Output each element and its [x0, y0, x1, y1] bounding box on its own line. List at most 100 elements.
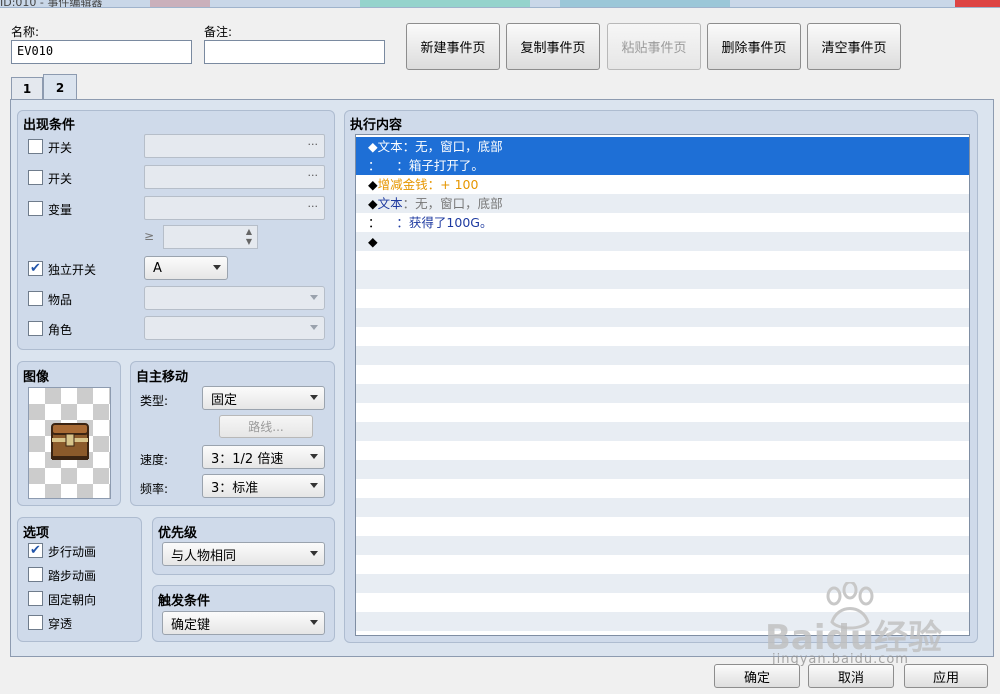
command-text: ：+ 100 — [427, 177, 479, 192]
tab-page-2[interactable]: 2 — [43, 74, 77, 100]
stepping-anim-label: 踏步动画 — [48, 569, 97, 583]
note-field[interactable] — [204, 40, 385, 64]
speed-label: 速度: — [140, 453, 169, 467]
copy-page-button[interactable]: 复制事件页 — [506, 23, 600, 70]
ellipsis-icon: ··· — [307, 169, 319, 182]
priority-title: 优先级 — [158, 526, 198, 541]
cancel-button[interactable]: 取消 — [808, 664, 894, 688]
actor-checkbox[interactable] — [28, 321, 43, 336]
speed-value: 3：1/2 倍速 — [211, 451, 284, 467]
empty-line[interactable] — [356, 555, 969, 574]
empty-line[interactable] — [356, 441, 969, 460]
tab-page-1[interactable]: 1 — [11, 77, 43, 99]
taskbar-fragment — [560, 0, 730, 7]
item-dropdown — [144, 286, 325, 310]
command-keyword: 文本 — [377, 196, 403, 211]
switch2-checkbox[interactable] — [28, 170, 43, 185]
spin-up-icon: ▲ — [245, 227, 252, 236]
speed-dropdown[interactable]: 3：1/2 倍速 — [202, 445, 325, 469]
ok-button[interactable]: 确定 — [714, 664, 800, 688]
item-checkbox[interactable] — [28, 291, 43, 306]
chevron-down-icon — [213, 265, 221, 270]
trigger-title: 触发条件 — [158, 594, 211, 609]
chevron-down-icon — [310, 454, 318, 459]
diamond-bullet: ◆ — [368, 234, 378, 249]
command-text: ：箱子打开了。 — [380, 158, 484, 173]
checkmark-icon: ✔ — [30, 261, 41, 276]
note-label: 备注: — [204, 25, 233, 39]
image-title: 图像 — [23, 370, 50, 385]
name-field[interactable]: EV010 — [11, 40, 192, 64]
command-list[interactable]: ◆文本：无，窗口，底部 ： ：箱子打开了。 ◆增减金钱：+ 100 ◆文本：无，… — [355, 134, 970, 636]
diamond-bullet: ◆ — [368, 177, 378, 192]
empty-line[interactable] — [356, 308, 969, 328]
apply-button[interactable]: 应用 — [904, 664, 988, 688]
checkmark-icon: ✔ — [30, 543, 41, 558]
diamond-bullet: ◆ — [368, 139, 378, 154]
empty-line[interactable] — [356, 251, 969, 270]
trigger-value: 确定键 — [171, 617, 211, 633]
command-line[interactable]: ： ：箱子打开了。 — [356, 156, 969, 176]
command-text: ：获得了100G。 — [380, 215, 493, 230]
empty-line[interactable] — [356, 384, 969, 404]
taskbar-fragment — [360, 0, 530, 7]
name-label: 名称: — [11, 25, 40, 39]
clear-page-button[interactable]: 清空事件页 — [807, 23, 901, 70]
item-label: 物品 — [48, 293, 73, 307]
empty-line[interactable] — [356, 517, 969, 536]
command-line[interactable]: ： ：获得了100G。 — [356, 213, 969, 232]
empty-line[interactable] — [356, 327, 969, 346]
continuation-bullet: ： — [368, 158, 381, 173]
empty-line[interactable] — [356, 479, 969, 498]
movement-type-dropdown[interactable]: 固定 — [202, 386, 325, 410]
self-switch-dropdown[interactable]: A — [144, 256, 228, 280]
through-label: 穿透 — [48, 617, 73, 631]
diamond-bullet: ◆ — [368, 196, 378, 211]
delete-page-button[interactable]: 删除事件页 — [707, 23, 801, 70]
frequency-label: 频率: — [140, 482, 169, 496]
command-line[interactable]: ◆文本：无，窗口，底部 — [356, 137, 969, 157]
switch1-selector: ··· — [144, 134, 325, 158]
chevron-down-icon — [310, 551, 318, 556]
empty-line[interactable] — [356, 536, 969, 556]
variable-checkbox[interactable] — [28, 201, 43, 216]
stepping-anim-checkbox[interactable] — [28, 567, 43, 582]
close-icon[interactable] — [955, 0, 1000, 7]
taskbar-fragment — [150, 0, 210, 7]
route-button[interactable]: 路线... — [219, 415, 313, 438]
frequency-dropdown[interactable]: 3：标准 — [202, 474, 325, 498]
contents-title: 执行内容 — [350, 118, 403, 133]
command-line[interactable]: ◆文本：无，窗口，底部 — [356, 194, 969, 214]
command-line[interactable]: ◆增减金钱：+ 100 — [356, 175, 969, 194]
empty-line[interactable] — [356, 270, 969, 290]
event-image[interactable] — [28, 387, 111, 499]
options-title: 选项 — [23, 526, 50, 541]
trigger-dropdown[interactable]: 确定键 — [162, 611, 325, 635]
variable-label: 变量 — [48, 203, 73, 217]
frequency-value: 3：标准 — [211, 480, 259, 496]
empty-line[interactable] — [356, 403, 969, 422]
self-switch-checkbox[interactable]: ✔ — [28, 261, 43, 276]
chevron-down-icon — [310, 325, 318, 330]
new-page-button[interactable]: 新建事件页 — [406, 23, 500, 70]
variable-selector: ··· — [144, 196, 325, 220]
empty-line[interactable] — [356, 289, 969, 308]
empty-line[interactable] — [356, 460, 969, 480]
through-checkbox[interactable] — [28, 615, 43, 630]
priority-dropdown[interactable]: 与人物相同 — [162, 542, 325, 566]
switch1-checkbox[interactable] — [28, 139, 43, 154]
chevron-down-icon — [310, 620, 318, 625]
self-switch-label: 独立开关 — [48, 263, 97, 277]
empty-line[interactable] — [356, 498, 969, 518]
direction-fix-checkbox[interactable] — [28, 591, 43, 606]
empty-line[interactable] — [356, 422, 969, 442]
command-line[interactable]: ◆ — [356, 232, 969, 252]
walking-anim-label: 步行动画 — [48, 545, 97, 559]
gte-symbol: ≥ — [144, 229, 155, 243]
empty-line[interactable] — [356, 365, 969, 384]
empty-line[interactable] — [356, 346, 969, 366]
actor-dropdown — [144, 316, 325, 340]
conditions-title: 出现条件 — [23, 118, 76, 133]
paste-page-button[interactable]: 粘贴事件页 — [607, 23, 701, 70]
walking-anim-checkbox[interactable]: ✔ — [28, 543, 43, 558]
